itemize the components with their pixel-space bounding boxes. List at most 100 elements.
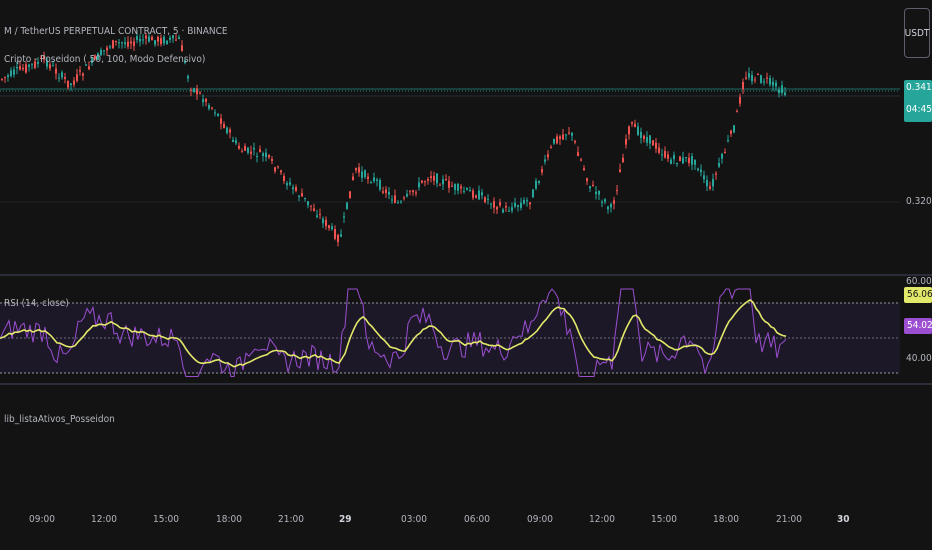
currency-button[interactable]: USDT — [904, 8, 930, 58]
candle-body — [334, 229, 336, 239]
candle-body — [337, 235, 339, 243]
candle-body — [502, 209, 504, 213]
candle-body — [394, 195, 396, 203]
candle-body — [574, 140, 576, 143]
candle-body — [148, 36, 150, 42]
pane-separator-bottom[interactable] — [0, 383, 932, 385]
candle-body — [370, 181, 372, 183]
candle-body — [622, 157, 624, 163]
candle-body — [286, 183, 288, 186]
candle-body — [607, 206, 609, 210]
indicator-line[interactable]: Cripto - Poseidon ( 50, 100, Modo Defens… — [4, 54, 205, 65]
time-axis[interactable]: 09:00 12:00 15:00 18:00 21:00 29 03:00 06:00 09:… — [0, 510, 900, 530]
price-tick-label: 0.3200 — [906, 196, 932, 207]
candle-body — [655, 142, 657, 149]
candle-body — [313, 208, 315, 212]
candle-body — [67, 80, 69, 88]
candle-body — [637, 126, 639, 135]
candle-body — [109, 46, 111, 48]
candle-body — [271, 158, 273, 161]
candle-body — [718, 162, 720, 167]
candle-body — [292, 187, 294, 190]
candle-body — [724, 151, 726, 154]
candle-body — [592, 184, 594, 186]
candle-body — [409, 190, 411, 192]
candle-body — [412, 190, 414, 193]
candle-body — [322, 218, 324, 224]
candle-body — [58, 77, 60, 79]
candle-body — [424, 181, 426, 183]
candle-body — [298, 195, 300, 197]
time-tick-label: 18:00 — [713, 514, 739, 525]
candle-body — [343, 216, 345, 218]
candle-body — [250, 151, 252, 154]
candle-body — [514, 202, 516, 207]
candle-body — [526, 200, 528, 202]
library-label: lib_listaAtivos_Posseidon — [4, 414, 115, 425]
candle-body — [181, 45, 183, 52]
candle-body — [241, 151, 243, 153]
candle-body — [346, 202, 348, 209]
candle-body — [301, 193, 303, 197]
time-tick-label: 12:00 — [589, 514, 615, 525]
candle-body — [685, 157, 687, 159]
candle-body — [748, 73, 750, 78]
candle-body — [628, 126, 630, 135]
candle-body — [559, 136, 561, 139]
candle-body — [649, 135, 651, 144]
candle-body — [418, 182, 420, 188]
price-chart[interactable] — [0, 0, 900, 272]
candle-body — [661, 154, 663, 156]
candle-body — [328, 225, 330, 229]
candle-body — [265, 152, 267, 158]
candle-body — [472, 190, 474, 198]
candle-body — [262, 153, 264, 156]
candle-body — [430, 176, 432, 179]
candle-body — [475, 195, 477, 198]
candle-body — [325, 219, 327, 227]
current-price-badge: 0.3414 04:45 — [904, 80, 932, 122]
candle-body — [550, 146, 552, 148]
candle-body — [727, 140, 729, 142]
time-tick-label: 30 — [837, 514, 850, 525]
candle-body — [103, 50, 105, 52]
candle-body — [457, 184, 459, 191]
candle-body — [277, 166, 279, 168]
candle-body — [106, 47, 108, 51]
candle-body — [577, 152, 579, 157]
currency-label: USDT — [904, 27, 930, 39]
candle-body — [304, 197, 306, 199]
candle-body — [523, 199, 525, 204]
candle-body — [220, 118, 222, 124]
candle-body — [757, 74, 759, 76]
candle-body — [586, 178, 588, 182]
candle-body — [400, 201, 402, 203]
candle-body — [664, 150, 666, 158]
candle-body — [259, 149, 261, 153]
rsi-upper-value: 60.00 — [906, 276, 932, 287]
candle-body — [691, 156, 693, 165]
candle-body — [763, 81, 765, 83]
candle-body — [442, 179, 444, 185]
rsi-label[interactable]: RSI (14, close) — [4, 298, 69, 309]
candle-body — [202, 99, 204, 103]
candle-body — [238, 145, 240, 149]
candle-body — [721, 153, 723, 159]
candle-body — [613, 200, 615, 204]
candle-body — [679, 156, 681, 161]
candle-body — [535, 180, 537, 189]
rsi-value-badge: 54.02 — [904, 318, 932, 334]
rsi-ma-badge: 56.06 — [904, 287, 932, 303]
candle-body — [547, 154, 549, 158]
candle-body — [541, 169, 543, 173]
candle-body — [79, 70, 81, 72]
candle-body — [697, 168, 699, 171]
candle-body — [139, 38, 141, 42]
candle-body — [715, 173, 717, 175]
time-tick-label: 21:00 — [278, 514, 304, 525]
candle-body — [676, 163, 678, 165]
candle-body — [226, 127, 228, 134]
candle-body — [766, 77, 768, 79]
pane-separator-top[interactable] — [0, 274, 932, 276]
rsi-chart[interactable] — [0, 277, 900, 382]
